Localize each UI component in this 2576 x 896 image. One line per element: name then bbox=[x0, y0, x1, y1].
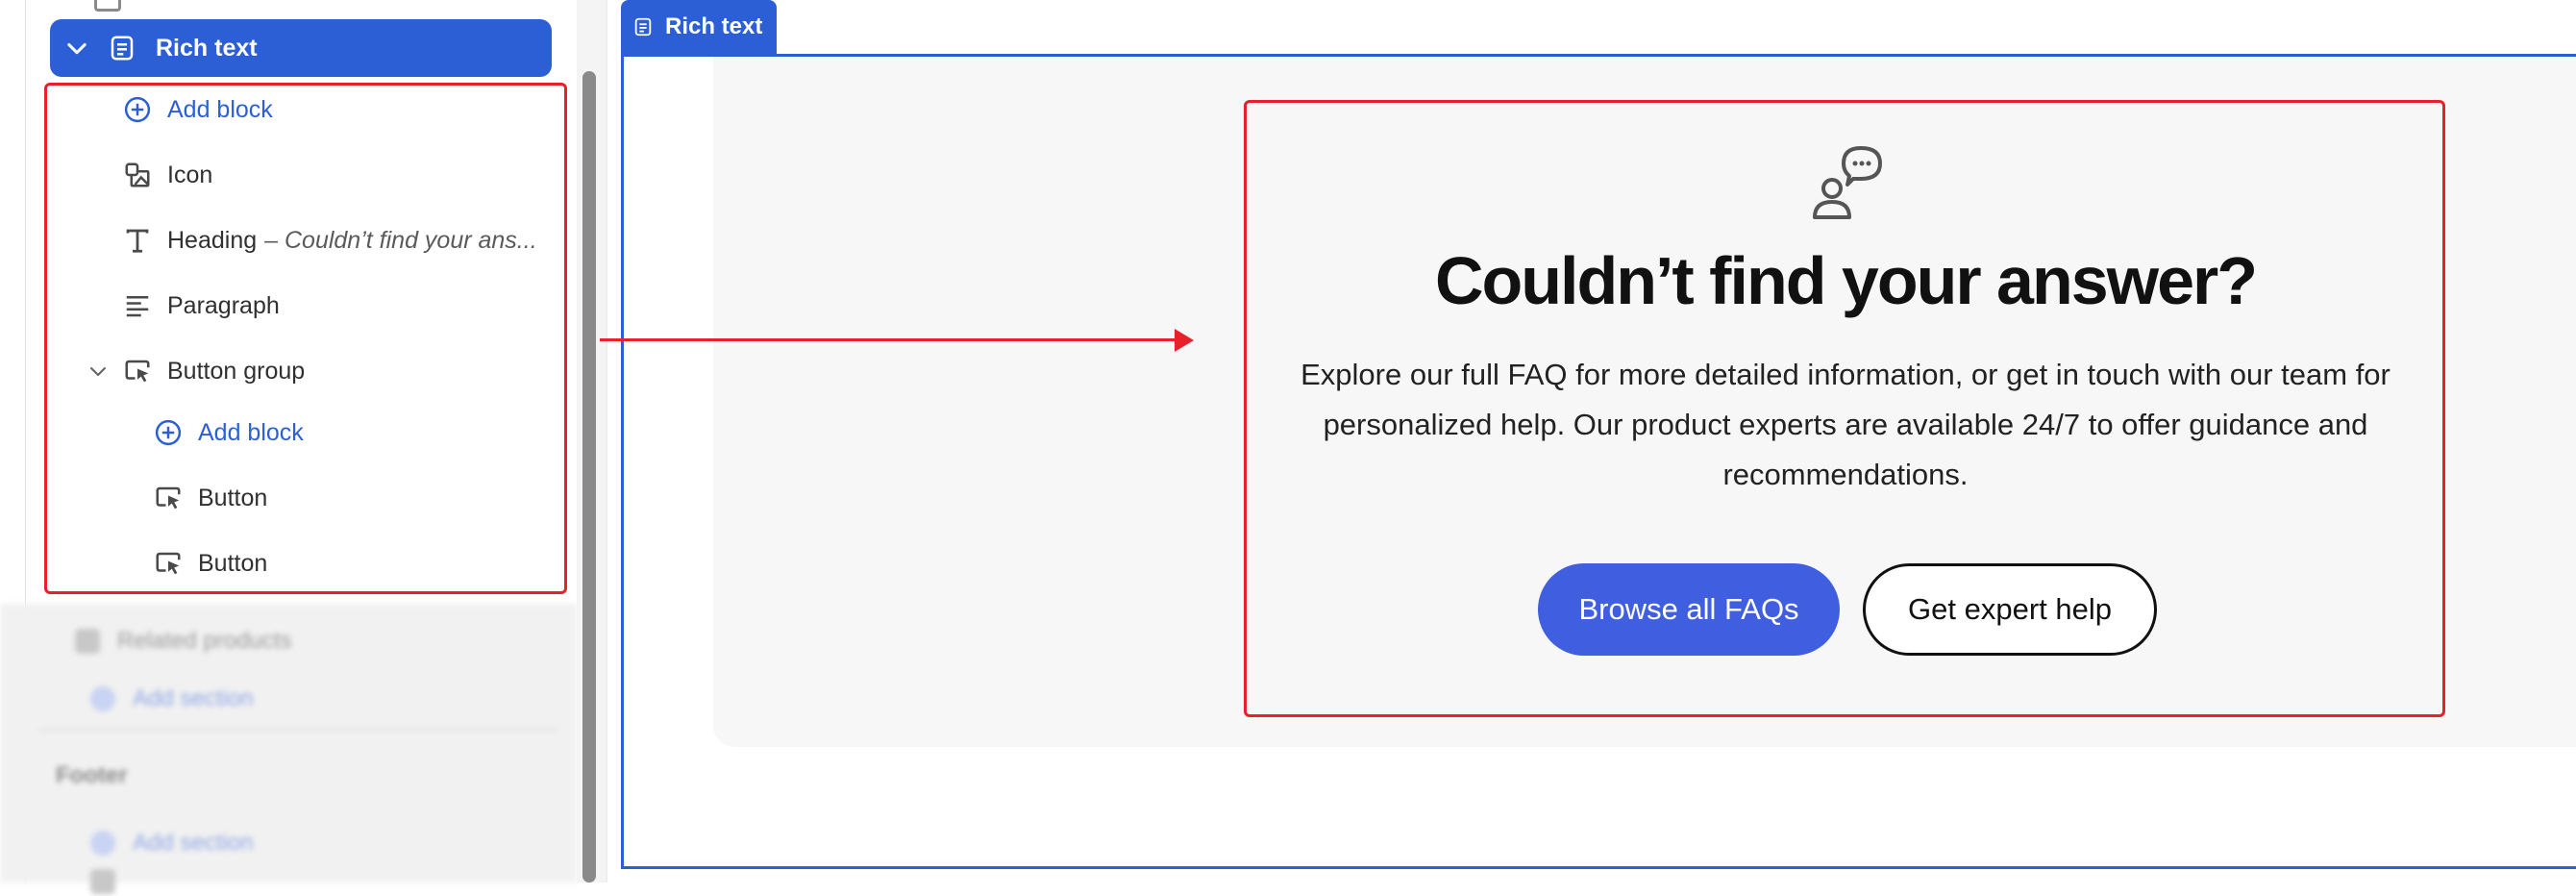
blurred-sidebar-region: Related products Add section Footer Add … bbox=[0, 604, 577, 894]
sidebar-item-partial bbox=[90, 867, 133, 896]
sidebar-item-related-products: Related products bbox=[62, 627, 291, 656]
add-section-label: Add section bbox=[133, 685, 254, 711]
annotation-highlight-preview bbox=[1244, 100, 2445, 717]
chevron-down-icon[interactable] bbox=[63, 35, 90, 62]
sidebar-item-label: Related products bbox=[117, 628, 292, 654]
add-section-button: Add section bbox=[90, 684, 253, 713]
section-icon bbox=[94, 0, 121, 12]
section-tag-label: Rich text bbox=[665, 13, 763, 39]
document-icon bbox=[634, 17, 652, 37]
divider bbox=[38, 729, 557, 731]
annotation-highlight-sidebar bbox=[44, 83, 567, 594]
scrollbar-thumb[interactable] bbox=[582, 71, 596, 883]
section-group-label: Footer bbox=[56, 762, 128, 788]
annotation-arrow-line bbox=[600, 338, 1188, 341]
sidebar-item-label: Rich text bbox=[156, 34, 258, 62]
footer-heading: Footer bbox=[56, 761, 128, 790]
sidebar-item-rich-text[interactable]: Rich text bbox=[50, 19, 552, 77]
section-tag-rich-text[interactable]: Rich text bbox=[621, 0, 777, 54]
add-section-button: Add section bbox=[90, 829, 253, 858]
add-section-label: Add section bbox=[133, 830, 254, 856]
annotation-arrow-head bbox=[1175, 329, 1194, 352]
sidebar: Rich text Add block Icon Heading – Could… bbox=[0, 0, 577, 894]
panel-divider bbox=[606, 0, 607, 883]
document-icon bbox=[111, 36, 134, 61]
